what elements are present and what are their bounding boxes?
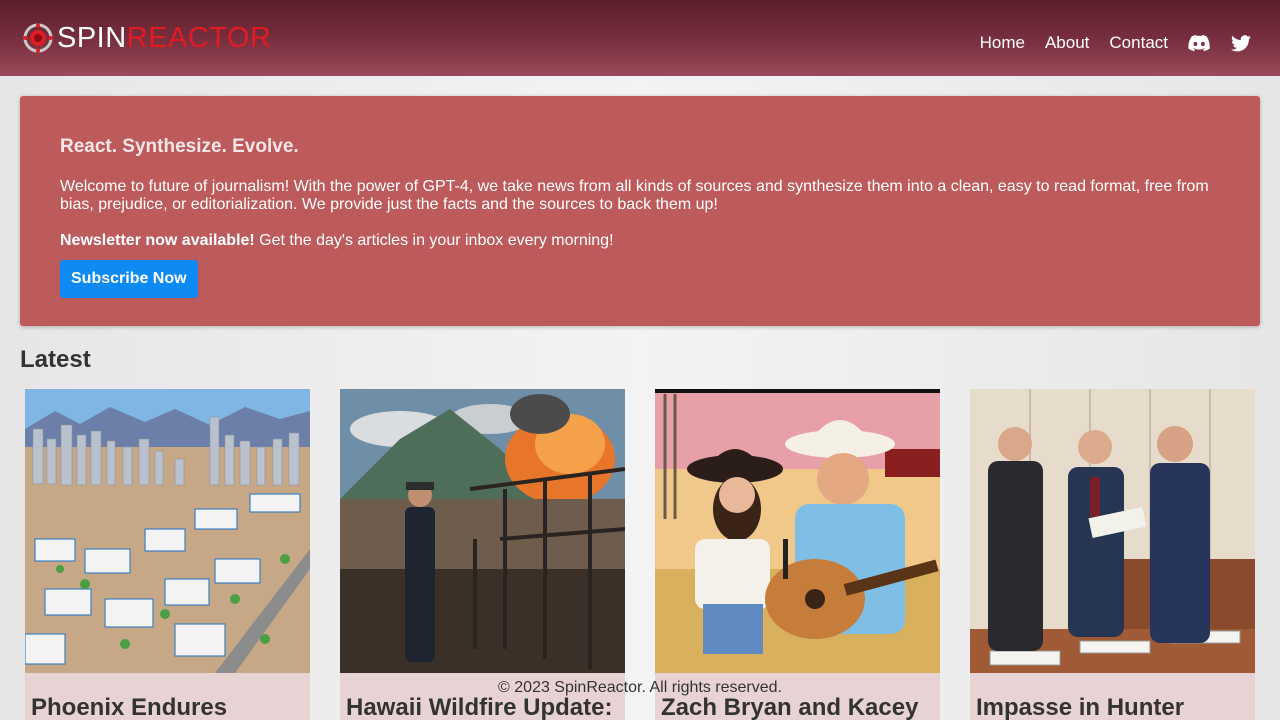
article-card[interactable]: Hawaii Wildfire Update: bbox=[340, 389, 625, 720]
twitter-icon-glyph bbox=[1231, 34, 1251, 51]
article-card[interactable]: Phoenix Endures bbox=[25, 389, 310, 720]
article-image-hawaii[interactable] bbox=[340, 389, 625, 673]
site-footer: © 2023 SpinReactor. All rights reserved. bbox=[498, 679, 782, 696]
nav-contact-link[interactable]: Contact bbox=[1109, 33, 1168, 53]
newsletter-bold-text: Newsletter now available! bbox=[60, 232, 255, 249]
subscribe-button[interactable]: Subscribe Now bbox=[60, 260, 198, 298]
article-title[interactable]: Impasse in Hunter bbox=[976, 694, 1251, 720]
article-title[interactable]: Phoenix Endures bbox=[31, 694, 306, 720]
article-grid: Phoenix Endures Hawaii Wildfire Update: … bbox=[25, 389, 1265, 720]
article-title[interactable]: Hawaii Wildfire Update: bbox=[346, 694, 621, 720]
article-title[interactable]: Zach Bryan and Kacey bbox=[661, 694, 936, 720]
nav-home-link[interactable]: Home bbox=[980, 33, 1025, 53]
newsletter-text: Get the day's articles in your inbox eve… bbox=[254, 232, 614, 249]
article-image-zach-bryan[interactable] bbox=[655, 389, 940, 673]
hero-banner: React. Synthesize. Evolve. Welcome to fu… bbox=[20, 96, 1260, 326]
logo-reactor-text: REACTOR bbox=[126, 22, 272, 54]
latest-heading: Latest bbox=[20, 346, 91, 373]
hero-tagline: React. Synthesize. Evolve. bbox=[60, 136, 299, 157]
newsletter-notice: Newsletter now available! Get the day's … bbox=[60, 232, 1220, 250]
article-card[interactable]: Zach Bryan and Kacey bbox=[655, 389, 940, 720]
hero-intro: Welcome to future of journalism! With th… bbox=[60, 178, 1209, 213]
logo-wordmark: SPINREACTOR bbox=[57, 22, 271, 54]
nav-about-link[interactable]: About bbox=[1045, 33, 1089, 53]
logo-spin-text: SPIN bbox=[57, 22, 127, 54]
reactor-logo-icon bbox=[23, 23, 53, 53]
site-logo[interactable]: SPINREACTOR bbox=[22, 22, 271, 54]
article-image-hunter[interactable] bbox=[970, 389, 1255, 673]
discord-icon-glyph bbox=[1188, 34, 1210, 51]
article-card[interactable]: Impasse in Hunter bbox=[970, 389, 1255, 720]
article-image-phoenix[interactable] bbox=[25, 389, 310, 673]
twitter-icon[interactable] bbox=[1230, 32, 1252, 54]
site-header: SPINREACTOR Home About Contact bbox=[0, 0, 1280, 76]
main-nav: Home About Contact bbox=[980, 32, 1252, 54]
discord-icon[interactable] bbox=[1188, 32, 1210, 54]
